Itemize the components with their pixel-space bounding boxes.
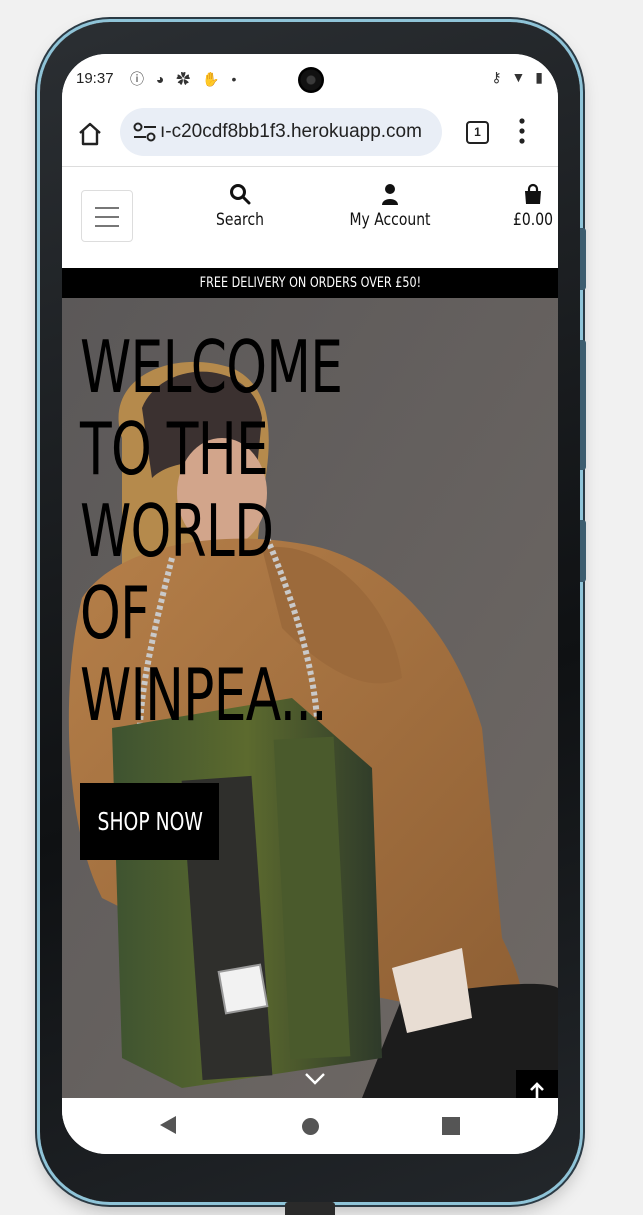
menu-toggle-button[interactable] — [81, 190, 133, 242]
delivery-banner: FREE DELIVERY ON ORDERS OVER £50! — [62, 268, 558, 298]
power-button — [580, 520, 586, 582]
url-text: ı-c20cdf8bb1f3.herokuapp.com — [160, 121, 422, 142]
address-bar[interactable]: ı-c20cdf8bb1f3.herokuapp.com — [120, 108, 442, 156]
hero-title-line: TO THE — [80, 407, 269, 491]
side-button — [580, 340, 586, 470]
shop-now-button[interactable]: SHOP NOW — [80, 783, 219, 860]
volume-button — [580, 228, 586, 290]
arrow-up-icon — [530, 1082, 544, 1098]
basket-link[interactable]: £0.00 — [508, 183, 558, 230]
home-circle-icon[interactable] — [302, 1118, 319, 1135]
system-status-icons: ⚷ ▼ ▮ — [491, 69, 546, 85]
home-icon[interactable] — [76, 120, 104, 148]
basket-total: £0.00 — [513, 210, 553, 230]
hero-section: WELCOME TO THE WORLD OF WINPEA... SHOP N… — [62, 298, 558, 1098]
site-settings-icon[interactable] — [132, 121, 158, 143]
browser-toolbar: ı-c20cdf8bb1f3.herokuapp.com 1 — [62, 104, 558, 167]
hamburger-line — [95, 207, 119, 209]
recent-apps-icon[interactable] — [442, 1117, 460, 1135]
search-label: Search — [216, 210, 264, 230]
site-header: Search My Account £0.00 — [62, 167, 558, 268]
back-to-top-button[interactable] — [516, 1070, 558, 1098]
hero-title-line: WORLD — [80, 489, 274, 573]
more-options-icon[interactable] — [518, 116, 526, 146]
usb-connector — [285, 1202, 335, 1215]
shopping-bag-icon — [525, 183, 541, 204]
hero-title-line: WELCOME — [80, 325, 343, 409]
search-link[interactable]: Search — [202, 183, 278, 230]
user-icon — [382, 184, 398, 205]
phone-screen: 19:37 ⓘ ◕ ✿ ✋ • ⚷ ▼ ▮ ı-c20cdf8bb1f3.her… — [62, 54, 558, 1154]
status-bar: 19:37 ⓘ ◕ ✿ ✋ • ⚷ ▼ ▮ — [62, 54, 558, 104]
notification-icons: ⓘ ◕ ✿ ✋ • — [130, 71, 241, 87]
delivery-banner-text: FREE DELIVERY ON ORDERS OVER £50! — [199, 275, 421, 291]
status-time: 19:37 — [76, 70, 114, 87]
tab-switcher-button[interactable]: 1 — [466, 121, 489, 144]
hamburger-line — [95, 216, 119, 218]
search-icon — [230, 184, 251, 205]
shop-now-label: SHOP NOW — [97, 807, 203, 836]
hero-title-line: WINPEA... — [80, 653, 328, 737]
hero-title-line: OF — [80, 571, 150, 655]
back-icon[interactable] — [160, 1116, 176, 1134]
chevron-down-icon[interactable] — [304, 1072, 326, 1086]
android-navigation-bar — [62, 1098, 558, 1154]
hero-title: WELCOME TO THE WORLD OF WINPEA... — [80, 325, 343, 737]
front-camera — [298, 67, 324, 93]
my-account-link[interactable]: My Account — [340, 183, 440, 230]
hamburger-line — [95, 225, 119, 227]
my-account-label: My Account — [349, 210, 431, 230]
